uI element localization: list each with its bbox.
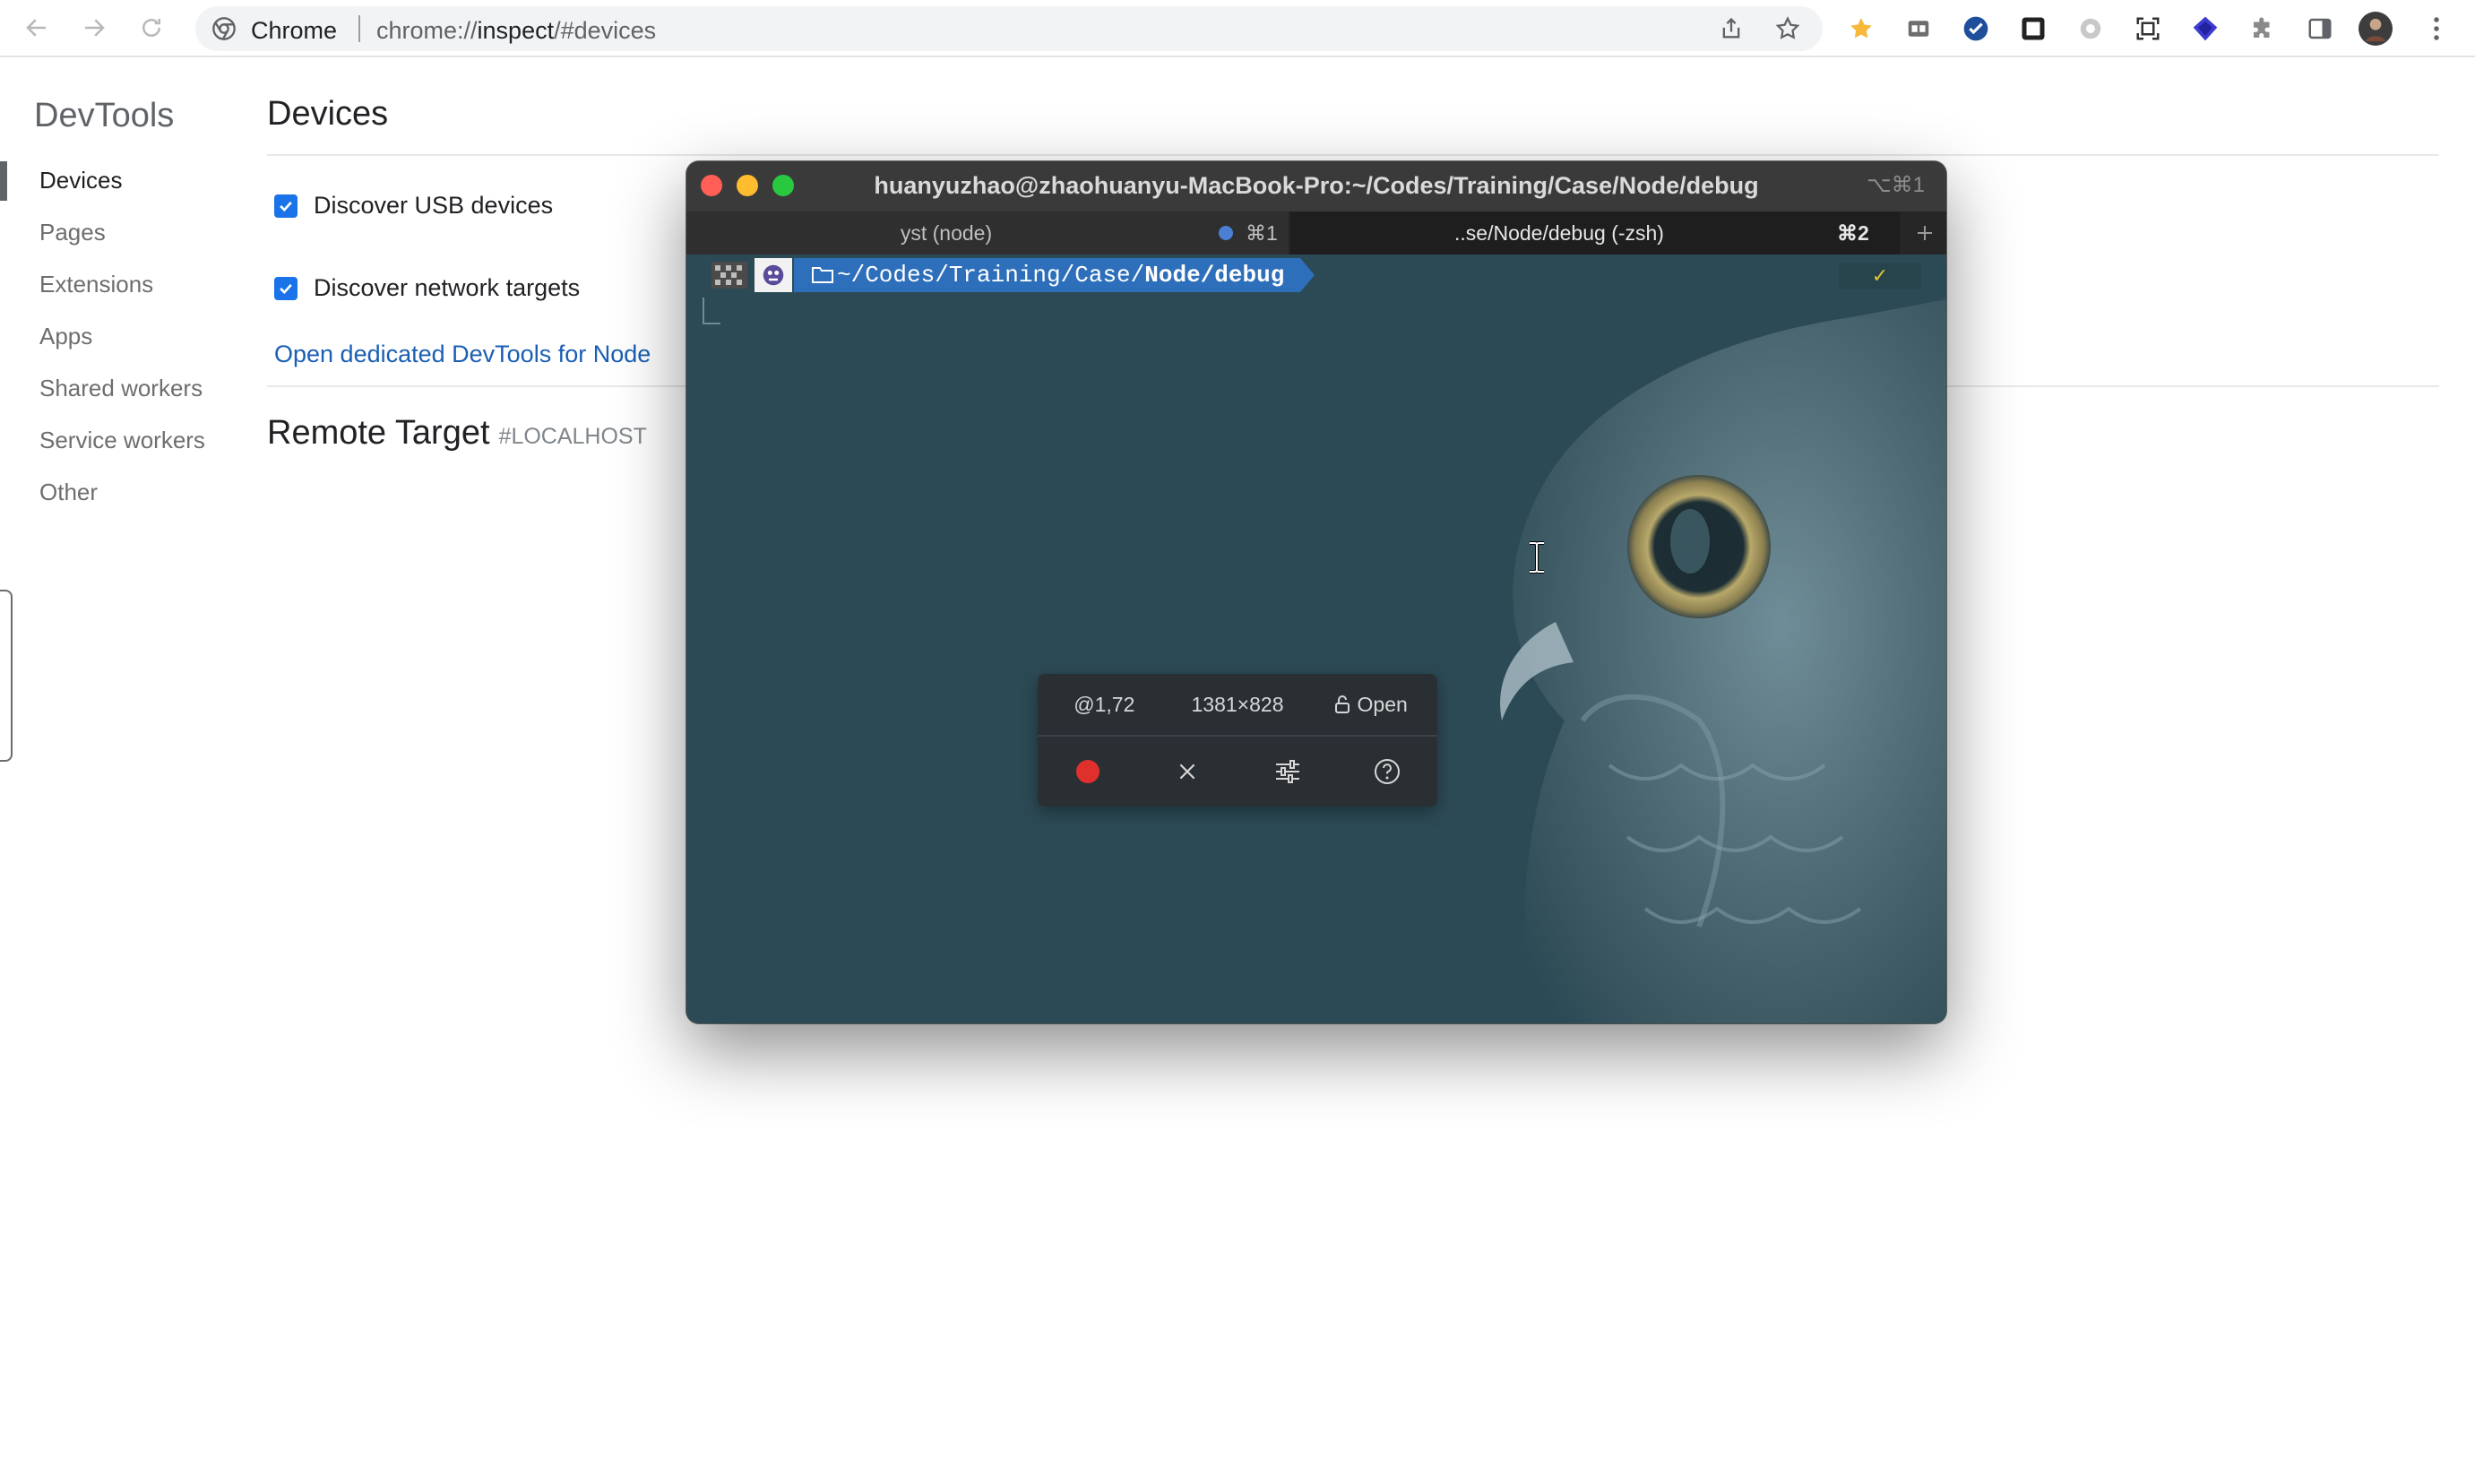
- site-label: Chrome: [251, 17, 338, 44]
- sidebar-active-indicator: [0, 161, 7, 201]
- prompt-status-segment: ✓: [1839, 263, 1921, 289]
- remote-target-tag: #LOCALHOST: [498, 424, 647, 449]
- capture-size-readout: 1381×828: [1191, 692, 1284, 716]
- sidebar-item-devices[interactable]: Devices: [39, 167, 122, 194]
- capture-toolbar: @1,72 1381×828 Open: [1038, 674, 1437, 807]
- url-host: inspect: [477, 17, 555, 44]
- url-path: /#devices: [554, 17, 657, 44]
- help-icon: [1375, 759, 1401, 784]
- extension-star-icon[interactable]: [1844, 12, 1878, 46]
- devtools-brand: DevTools: [34, 97, 175, 134]
- discover-network-row[interactable]: Discover network targets: [274, 274, 580, 302]
- capture-lock-label: Open: [1357, 692, 1408, 716]
- capture-position-readout: @1,72: [1074, 692, 1135, 716]
- extensions-puzzle-icon[interactable]: [2246, 12, 2280, 46]
- back-button[interactable]: [16, 7, 57, 48]
- prompt-path: ~/Codes/Training/Case/Node/debug: [794, 258, 1301, 292]
- discover-usb-label: Discover USB devices: [314, 192, 554, 219]
- sidebar-item-service-workers[interactable]: Service workers: [39, 427, 205, 454]
- extension-check-icon[interactable]: [1959, 12, 1993, 46]
- terminal-tab-2[interactable]: ..se/Node/debug (-zsh) ⌘2: [1290, 211, 1900, 255]
- terminal-window[interactable]: huanyuzhao@zhaohuanyu-MacBook-Pro:~/Code…: [686, 161, 1946, 1023]
- address-bar[interactable]: Chrome chrome://inspect/#devices: [195, 6, 1823, 51]
- plus-icon: [1918, 226, 1932, 240]
- chrome-logo-icon: [212, 17, 236, 40]
- terminal-tab-1[interactable]: yst (node) ⌘1: [686, 211, 1289, 255]
- bookmark-star-icon[interactable]: [1774, 15, 1801, 42]
- reload-icon: [142, 19, 160, 37]
- capture-help-button[interactable]: [1338, 737, 1438, 807]
- discover-network-label: Discover network targets: [314, 274, 581, 301]
- terminal-window-shortcut: ⌥⌘1: [1866, 173, 1925, 197]
- terminal-tab-2-shortcut: ⌘2: [1837, 221, 1869, 245]
- new-tab-button[interactable]: [1909, 217, 1941, 249]
- sidebar-item-pages[interactable]: Pages: [39, 219, 106, 246]
- sliders-icon: [1275, 760, 1299, 783]
- prompt-os-icon: [755, 258, 792, 292]
- url-scheme: chrome://: [376, 17, 478, 44]
- checkmark-icon: [280, 201, 292, 211]
- share-icon[interactable]: [1719, 16, 1744, 41]
- extension-frame-icon[interactable]: [2016, 12, 2050, 46]
- discover-usb-row[interactable]: Discover USB devices: [274, 192, 553, 220]
- url-text[interactable]: chrome://inspect/#devices: [376, 17, 656, 45]
- discover-usb-checkbox[interactable]: [274, 194, 298, 218]
- address-separator: [358, 15, 360, 42]
- screenshot-capture-icon[interactable]: [2131, 12, 2165, 46]
- folder-icon: [812, 267, 833, 283]
- owl-background-image: [1500, 299, 1946, 1023]
- prompt-arrow-icon: [1300, 258, 1315, 292]
- terminal-body[interactable]: ~/Codes/Training/Case/Node/debug ✓: [686, 255, 1946, 1023]
- terminal-cursor: [703, 298, 720, 324]
- terminal-tab-bar: yst (node) ⌘1 ..se/Node/debug (-zsh) ⌘2: [686, 211, 1946, 255]
- forward-button[interactable]: [73, 7, 115, 48]
- profile-avatar[interactable]: [2359, 12, 2393, 46]
- terminal-tab-1-label: yst (node): [900, 221, 993, 245]
- prompt-path-prefix: ~/Codes/Training/Case/: [837, 262, 1145, 289]
- terminal-tab-1-shortcut: ⌘1: [1246, 221, 1278, 245]
- checkmark-icon: [280, 283, 292, 294]
- remote-target-heading: Remote Target #LOCALHOST: [267, 414, 647, 453]
- extension-reader-icon[interactable]: [1902, 12, 1936, 46]
- remote-target-title: Remote Target: [267, 414, 490, 452]
- side-panel-icon[interactable]: [2303, 12, 2337, 46]
- more-menu-icon[interactable]: [2419, 12, 2453, 46]
- close-icon: [1179, 764, 1195, 780]
- heading-divider: [267, 154, 2439, 156]
- discover-network-checkbox[interactable]: [274, 276, 298, 300]
- record-button[interactable]: [1038, 737, 1138, 807]
- prompt-segment-pattern-icon: [711, 262, 747, 289]
- extension-gear-icon[interactable]: [2074, 12, 2108, 46]
- unlock-icon: [1334, 695, 1350, 713]
- capture-options-button[interactable]: [1238, 737, 1338, 807]
- cancel-capture-button[interactable]: [1138, 737, 1238, 807]
- extension-layers-icon[interactable]: [2188, 12, 2222, 46]
- prompt-status-ok: ✓: [1871, 264, 1889, 287]
- terminal-tab-2-label: ..se/Node/debug (-zsh): [1454, 221, 1664, 245]
- terminal-titlebar[interactable]: huanyuzhao@zhaohuanyu-MacBook-Pro:~/Code…: [686, 161, 1946, 211]
- page-title: Devices: [267, 95, 389, 133]
- forward-arrow-icon: [85, 19, 105, 37]
- text-cursor-icon: [1530, 541, 1544, 574]
- sidebar-item-apps[interactable]: Apps: [39, 323, 92, 350]
- browser-toolbar: Chrome chrome://inspect/#devices: [0, 0, 2475, 57]
- sidebar-item-extensions[interactable]: Extensions: [39, 271, 153, 298]
- sidebar-item-shared-workers[interactable]: Shared workers: [39, 375, 203, 402]
- open-node-devtools-link[interactable]: Open dedicated DevTools for Node: [274, 341, 651, 368]
- prompt-path-current: Node/debug: [1144, 262, 1285, 289]
- back-arrow-icon: [26, 19, 46, 37]
- reload-button[interactable]: [131, 7, 172, 48]
- activity-dot-icon: [1219, 226, 1233, 240]
- terminal-title: huanyuzhao@zhaohuanyu-MacBook-Pro:~/Code…: [874, 172, 1759, 199]
- sidebar-item-other[interactable]: Other: [39, 479, 98, 506]
- record-icon: [1075, 760, 1100, 783]
- capture-lock-toggle[interactable]: Open: [1304, 674, 1437, 735]
- window-edge-handle[interactable]: [0, 590, 13, 762]
